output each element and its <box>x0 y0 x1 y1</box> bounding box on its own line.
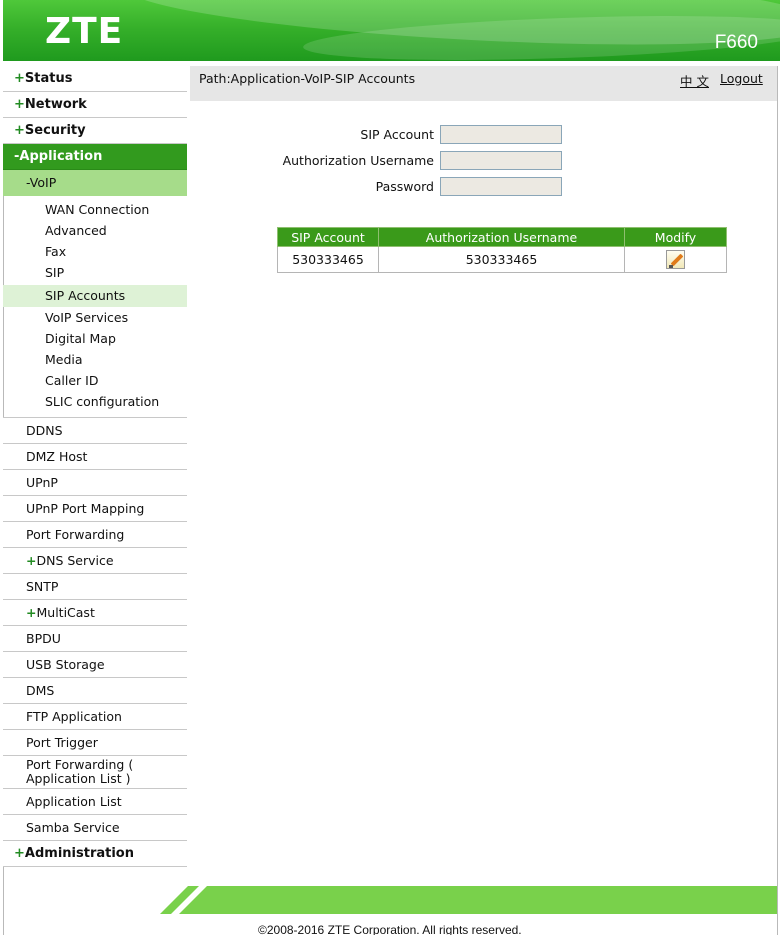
sidebar-item-label: Network <box>24 97 87 112</box>
sidebar-item-administration[interactable]: +Administration <box>3 841 187 867</box>
sidebar-item-label: Security <box>24 123 86 138</box>
sidebar-item-sntp[interactable]: SNTP <box>3 574 187 600</box>
sidebar-item-fax[interactable]: Fax <box>3 241 187 262</box>
sidebar-item-label: UPnP <box>26 475 58 490</box>
footer-bar <box>160 886 777 914</box>
header-banner: ZTE F660 <box>3 0 780 61</box>
sidebar-item-upnp-port-mapping[interactable]: UPnP Port Mapping <box>3 496 187 522</box>
expand-plus-icon: + <box>14 846 25 861</box>
auth-username-row: Authorization Username <box>190 151 590 171</box>
sidebar-nav: +Status +Network +Security -Application … <box>3 66 187 867</box>
auth-username-input[interactable] <box>440 151 562 170</box>
sidebar-item-label: VoIP <box>29 175 57 190</box>
sidebar-item-ddns[interactable]: DDNS <box>3 418 187 444</box>
sip-account-row: SIP Account <box>190 125 590 145</box>
table-row: 530333465 530333465 <box>277 246 727 273</box>
sidebar-item-advanced[interactable]: Advanced <box>3 220 187 241</box>
password-label: Password <box>375 179 434 194</box>
sidebar-item-samba-service[interactable]: Samba Service <box>3 815 187 841</box>
edit-pencil-icon[interactable] <box>666 250 685 269</box>
sidebar-item-label: DMS <box>26 683 55 698</box>
sidebar-item-label: BPDU <box>26 631 61 646</box>
sidebar-item-label: Application List <box>26 794 122 809</box>
path-bar: Path:Application-VoIP-SIP Accounts 中 文 L… <box>190 66 777 101</box>
sidebar-item-label: Administration <box>24 846 134 861</box>
language-link[interactable]: 中 文 <box>680 71 709 90</box>
expand-plus-icon: + <box>14 123 25 138</box>
sidebar-item-network[interactable]: +Network <box>3 92 187 118</box>
sidebar-item-label: Port Forwarding <box>26 527 125 542</box>
expand-plus-icon: + <box>14 71 25 86</box>
sidebar-item-label: Port Forwarding ( Application List ) <box>26 757 134 786</box>
sip-account-label: SIP Account <box>360 127 434 142</box>
copyright-text: ©2008-2016 ZTE Corporation. All rights r… <box>258 923 522 935</box>
sidebar-item-status[interactable]: +Status <box>3 66 187 92</box>
sidebar-item-label: Samba Service <box>26 820 120 835</box>
logout-link[interactable]: Logout <box>720 71 763 86</box>
sidebar-item-bpdu[interactable]: BPDU <box>3 626 187 652</box>
sidebar-item-sip-accounts[interactable]: SIP Accounts <box>3 285 187 307</box>
breadcrumb: Path:Application-VoIP-SIP Accounts <box>199 71 416 86</box>
password-row: Password <box>190 177 590 197</box>
sidebar-item-label: MultiCast <box>36 605 95 620</box>
sip-accounts-table: SIP Account Authorization Username Modif… <box>277 227 727 273</box>
expand-plus-icon: + <box>26 605 37 620</box>
sidebar-item-voip[interactable]: -VoIP <box>3 170 187 196</box>
cell-sip-account: 530333465 <box>277 246 379 273</box>
sidebar-item-security[interactable]: +Security <box>3 118 187 144</box>
sidebar-item-label: DNS Service <box>36 553 114 568</box>
expand-plus-icon: + <box>26 553 37 568</box>
column-header-sip-account: SIP Account <box>277 227 379 247</box>
sidebar-item-multicast[interactable]: +MultiCast <box>3 600 187 626</box>
sidebar-item-slic-configuration[interactable]: SLIC configuration <box>3 391 187 412</box>
sidebar-item-digital-map[interactable]: Digital Map <box>3 328 187 349</box>
cell-auth-username: 530333465 <box>378 246 625 273</box>
sidebar-item-label: Status <box>24 71 73 86</box>
model-name: F660 <box>714 32 758 53</box>
sidebar-item-wan-connection[interactable]: WAN Connection <box>3 199 187 220</box>
sidebar-item-dns-service[interactable]: +DNS Service <box>3 548 187 574</box>
expand-plus-icon: + <box>14 97 25 112</box>
sidebar-item-label: UPnP Port Mapping <box>26 501 145 516</box>
sidebar-item-sip[interactable]: SIP <box>3 262 187 283</box>
sidebar-item-voip-services[interactable]: VoIP Services <box>3 307 187 328</box>
auth-username-label: Authorization Username <box>282 153 434 168</box>
sidebar-item-caller-id[interactable]: Caller ID <box>3 370 187 391</box>
sidebar-item-port-trigger[interactable]: Port Trigger <box>3 730 187 756</box>
sip-account-input[interactable] <box>440 125 562 144</box>
sidebar-item-label: FTP Application <box>26 709 122 724</box>
sidebar-item-usb-storage[interactable]: USB Storage <box>3 652 187 678</box>
sidebar-item-ftp-application[interactable]: FTP Application <box>3 704 187 730</box>
column-header-modify: Modify <box>624 227 727 247</box>
column-header-auth-username: Authorization Username <box>378 227 625 247</box>
sidebar-item-label: SNTP <box>26 579 59 594</box>
voip-submenu: WAN Connection Advanced Fax SIP SIP Acco… <box>3 196 187 418</box>
sidebar-item-media[interactable]: Media <box>3 349 187 370</box>
sidebar-item-label: Application <box>19 149 103 164</box>
table-header-row: SIP Account Authorization Username Modif… <box>277 227 727 247</box>
sidebar-item-label: USB Storage <box>26 657 105 672</box>
sidebar-item-label: DMZ Host <box>26 449 88 464</box>
sidebar-item-label: Port Trigger <box>26 735 98 750</box>
sidebar-item-port-forwarding[interactable]: Port Forwarding <box>3 522 187 548</box>
sidebar-item-dmz-host[interactable]: DMZ Host <box>3 444 187 470</box>
zte-logo: ZTE <box>45 11 124 52</box>
password-input[interactable] <box>440 177 562 196</box>
sidebar-item-application-list[interactable]: Application List <box>3 789 187 815</box>
cell-modify <box>624 246 727 273</box>
sidebar-item-application[interactable]: -Application <box>3 144 187 170</box>
sidebar-item-upnp[interactable]: UPnP <box>3 470 187 496</box>
sidebar-item-dms[interactable]: DMS <box>3 678 187 704</box>
sidebar-item-port-forwarding-app-list[interactable]: Port Forwarding ( Application List ) <box>3 756 187 789</box>
sidebar-item-label: DDNS <box>26 423 63 438</box>
